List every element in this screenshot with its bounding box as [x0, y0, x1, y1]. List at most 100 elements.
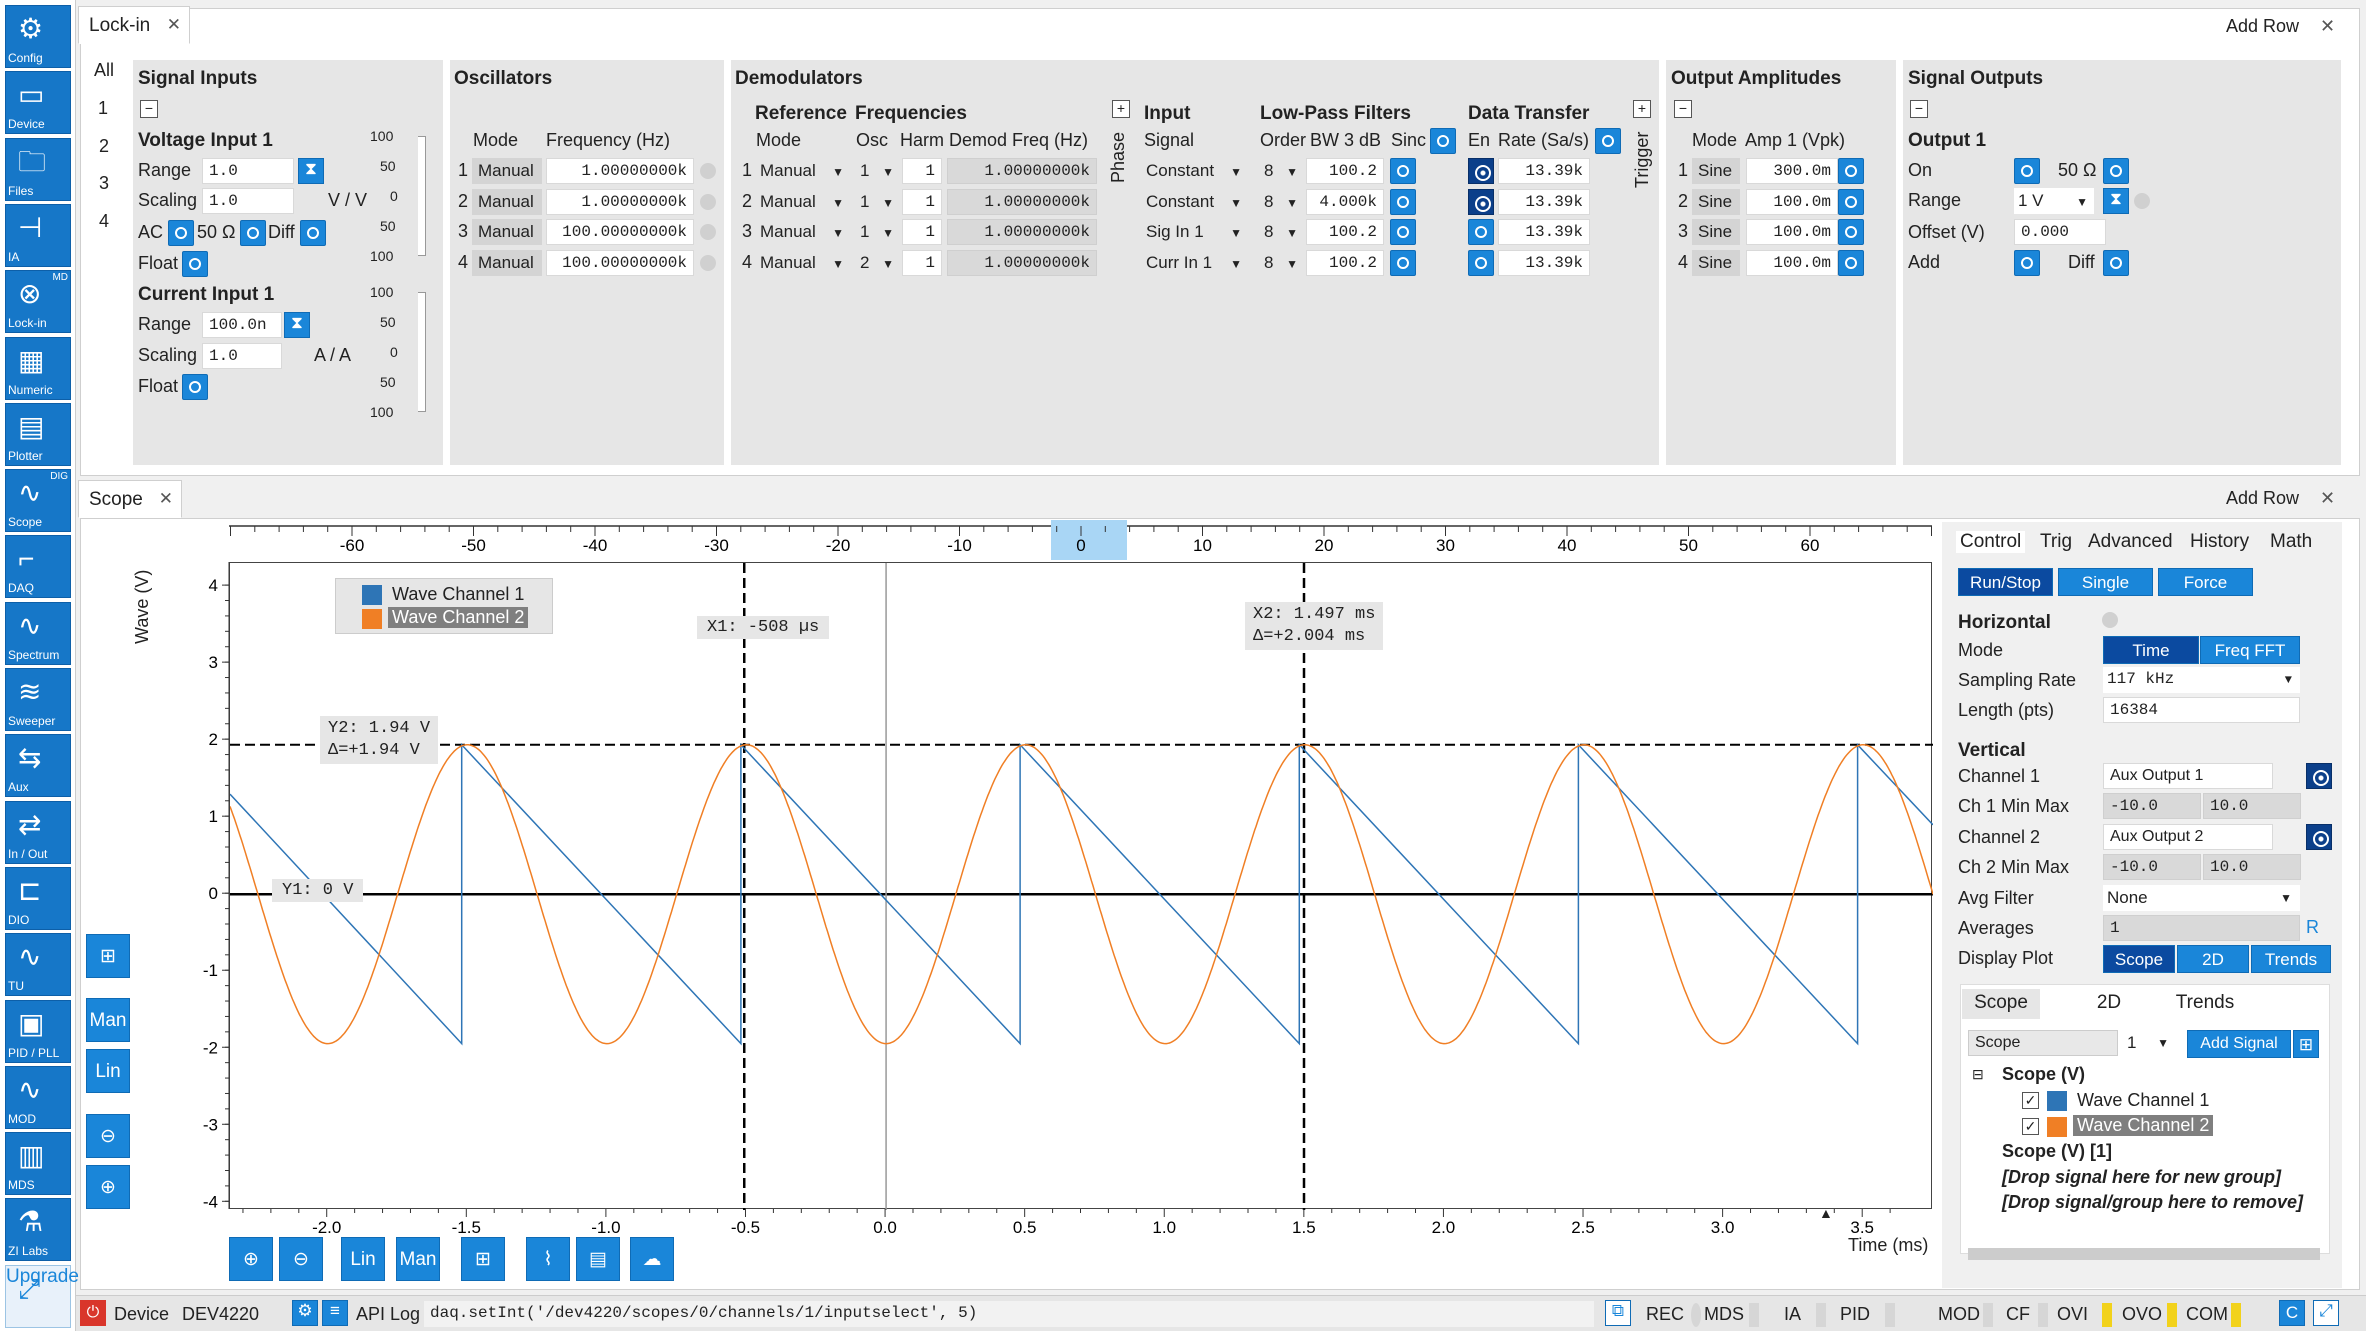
- sidebar-item-scope[interactable]: ∿ Scope DIG: [5, 469, 71, 533]
- tree-scrollbar[interactable]: [1968, 1248, 2320, 1260]
- freq-fft-button[interactable]: Freq FFT: [2200, 636, 2300, 664]
- sidebar-item-plotter[interactable]: ▤ Plotter: [5, 402, 71, 466]
- diff-toggle[interactable]: [2103, 250, 2129, 276]
- tree-item-ch2[interactable]: Wave Channel 2: [2073, 1115, 2214, 1136]
- axis-zoom-window[interactable]: [1051, 520, 1127, 560]
- ohm-toggle[interactable]: [240, 220, 266, 246]
- demod-mode-select[interactable]: Manual ▼: [756, 189, 848, 215]
- close-icon[interactable]: ✕: [167, 15, 181, 35]
- collapse-button[interactable]: −: [140, 100, 158, 118]
- current-scaling-field[interactable]: 1.0: [202, 343, 282, 369]
- bandwidth-field[interactable]: 100.2: [1306, 249, 1384, 276]
- drop-remove[interactable]: [Drop signal/group here to remove]: [2002, 1192, 2303, 1213]
- input-signal-select[interactable]: Curr In 1 ▼: [1142, 250, 1246, 276]
- averages-field[interactable]: 1: [2103, 915, 2300, 941]
- add-button[interactable]: +: [1633, 100, 1651, 118]
- osc-mode[interactable]: Manual: [472, 219, 542, 245]
- add-row-button[interactable]: Add Row: [2226, 16, 2299, 37]
- cloud-upload-icon[interactable]: ☁: [630, 1237, 674, 1281]
- sidebar-item-pid-pll[interactable]: ▣ PID / PLL: [5, 999, 71, 1063]
- scope-plot[interactable]: [229, 562, 1934, 1210]
- diff-toggle[interactable]: [300, 220, 326, 246]
- demod-mode-select[interactable]: Manual ▼: [756, 250, 848, 276]
- float-toggle[interactable]: [182, 251, 208, 277]
- status-ia[interactable]: IA: [1784, 1304, 1801, 1325]
- top-time-axis[interactable]: -60 -50 -40 -30 -20 -10 0 10 20 30 40 50 60: [229, 518, 1932, 562]
- add-signal-button[interactable]: Add Signal: [2187, 1030, 2291, 1058]
- x-linear-button[interactable]: Lin: [341, 1237, 385, 1281]
- output-ohm-toggle[interactable]: [2103, 158, 2129, 184]
- amp-field[interactable]: 300.0m: [1746, 158, 1838, 184]
- demod-osc-select[interactable]: 2 ▼: [856, 250, 898, 276]
- status-rec[interactable]: REC: [1646, 1304, 1684, 1325]
- sidebar-item-numeric[interactable]: ▦ Numeric: [5, 336, 71, 400]
- rate-field[interactable]: 13.39k: [1498, 249, 1590, 276]
- ac-toggle[interactable]: [168, 220, 194, 246]
- filter-order-select[interactable]: 8 ▼: [1260, 158, 1302, 184]
- osc-frequency-field[interactable]: 100.00000000k: [546, 219, 694, 245]
- zoom-out-icon[interactable]: ⊖: [279, 1237, 323, 1281]
- enable-toggle[interactable]: [1468, 249, 1494, 276]
- y-linear-button[interactable]: Lin: [86, 1049, 130, 1093]
- sinc-toggle[interactable]: [1390, 188, 1416, 215]
- channel2-select[interactable]: Aux Output 2: [2103, 824, 2273, 850]
- demod-harm-field[interactable]: 1: [902, 188, 942, 215]
- row-select-1[interactable]: 1: [90, 96, 117, 121]
- osc-frequency-field[interactable]: 100.00000000k: [546, 249, 694, 276]
- status-cf[interactable]: CF: [2006, 1304, 2030, 1325]
- subtab-trends[interactable]: Trends: [2150, 989, 2260, 1019]
- osc-mode[interactable]: Manual: [472, 188, 542, 215]
- close-icon[interactable]: ✕: [159, 489, 173, 509]
- sidebar-item-spectrum[interactable]: ∿ Spectrum: [5, 601, 71, 665]
- rate-all-button[interactable]: [1595, 128, 1621, 154]
- voltage-range-field[interactable]: 1.0: [202, 158, 294, 184]
- autorange-button[interactable]: ⧗: [2103, 188, 2129, 214]
- amp-mode[interactable]: Sine: [1692, 249, 1740, 276]
- add-row-button[interactable]: Add Row: [2226, 488, 2299, 509]
- demod-harm-field[interactable]: 1: [902, 158, 942, 184]
- amp-enable-toggle[interactable]: [1838, 188, 1864, 215]
- tab-advanced[interactable]: Advanced: [2088, 531, 2173, 553]
- bandwidth-field[interactable]: 4.000k: [1306, 188, 1384, 215]
- amp-field[interactable]: 100.0m: [1746, 219, 1838, 245]
- output-on-toggle[interactable]: [2014, 158, 2040, 184]
- rate-field[interactable]: 13.39k: [1498, 188, 1590, 215]
- display-trends-button[interactable]: Trends: [2251, 945, 2331, 973]
- offset-field[interactable]: 0.000: [2014, 219, 2106, 245]
- sidebar-item-device[interactable]: ▭ Device: [5, 71, 71, 135]
- float-toggle[interactable]: [182, 374, 208, 400]
- zoom-in-icon[interactable]: ⊕: [86, 1165, 130, 1209]
- input-signal-select[interactable]: Sig In 1 ▼: [1142, 219, 1246, 245]
- sampling-rate-select[interactable]: 117 kHz ▼: [2103, 667, 2300, 693]
- y-manual-button[interactable]: Man: [86, 998, 130, 1042]
- zoom-out-icon[interactable]: ⊖: [86, 1114, 130, 1158]
- output-range-select[interactable]: 1 V ▼: [2014, 188, 2094, 214]
- amp-mode[interactable]: Sine: [1692, 158, 1740, 184]
- ch2-max-field[interactable]: 10.0: [2203, 854, 2301, 880]
- x-manual-button[interactable]: Man: [396, 1237, 440, 1281]
- demod-osc-select[interactable]: 1 ▼: [856, 219, 898, 245]
- sidebar-item-sweeper[interactable]: ≋ Sweeper: [5, 668, 71, 731]
- channel1-enable[interactable]: [2306, 763, 2332, 789]
- power-icon[interactable]: ⏻: [80, 1300, 106, 1326]
- filter-order-select[interactable]: 8 ▼: [1260, 250, 1302, 276]
- close-icon[interactable]: ✕: [2320, 488, 2335, 509]
- status-com[interactable]: COM: [2186, 1304, 2228, 1325]
- sidebar-item-aux[interactable]: ⇆ Aux: [5, 734, 71, 798]
- row-select-2[interactable]: 2: [99, 136, 109, 157]
- autorange-button[interactable]: ⧗: [284, 312, 310, 338]
- add-button[interactable]: +: [1112, 100, 1130, 118]
- tab-history[interactable]: History: [2190, 531, 2249, 553]
- amp-mode[interactable]: Sine: [1692, 219, 1740, 245]
- row-select-all[interactable]: All: [94, 60, 114, 81]
- tree-icon[interactable]: ⊞: [2293, 1030, 2319, 1058]
- rate-field[interactable]: 13.39k: [1498, 219, 1590, 245]
- channel1-select[interactable]: Aux Output 1: [2103, 763, 2273, 789]
- sidebar-item-files[interactable]: 🗀 Files: [5, 137, 71, 201]
- tab-control[interactable]: Control: [1956, 531, 2026, 553]
- api-log-field[interactable]: daq.setInt('/dev4220/scopes/0/channels/1…: [424, 1301, 1594, 1327]
- status-ovo[interactable]: OVO: [2122, 1304, 2162, 1325]
- run-stop-button[interactable]: Run/Stop: [1958, 568, 2053, 596]
- rate-field[interactable]: 13.39k: [1498, 158, 1590, 184]
- collapse-button[interactable]: −: [1910, 100, 1928, 118]
